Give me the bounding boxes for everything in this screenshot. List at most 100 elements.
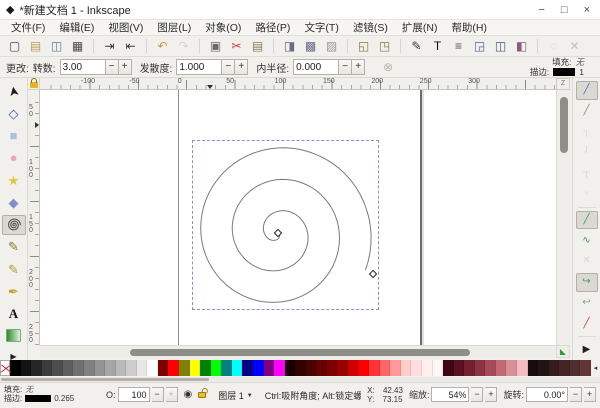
zoom-increase-button[interactable]: +: [485, 387, 497, 402]
palette-swatch[interactable]: [116, 360, 127, 376]
palette-swatch[interactable]: [264, 360, 275, 376]
horizontal-scrollbar[interactable]: [40, 345, 556, 358]
turns-input[interactable]: [60, 59, 106, 75]
palette-swatch[interactable]: [242, 360, 253, 376]
box3d-tool[interactable]: ◆: [2, 192, 26, 212]
unlink-clone-button[interactable]: ▨: [322, 37, 341, 55]
palette-swatch[interactable]: [190, 360, 201, 376]
palette-swatch[interactable]: [211, 360, 222, 376]
menu-item-0[interactable]: 文件(F): [4, 20, 52, 36]
star-tool[interactable]: ★: [2, 170, 26, 190]
zoom-input[interactable]: [431, 387, 469, 402]
palette-swatch[interactable]: [274, 360, 285, 376]
palette-swatch[interactable]: [179, 360, 190, 376]
xml-editor-button[interactable]: ◲: [470, 37, 489, 55]
palette-swatch[interactable]: [433, 360, 444, 376]
import-button[interactable]: ⇥: [100, 37, 119, 55]
snap-paths-button[interactable]: ∿: [576, 231, 598, 250]
palette-swatch[interactable]: [137, 360, 148, 376]
snapbar-expand-button[interactable]: ▶: [576, 340, 598, 359]
palette-swatch[interactable]: [295, 360, 306, 376]
palette-scrollbar-thumb[interactable]: [1, 378, 209, 381]
palette-swatch[interactable]: [31, 360, 42, 376]
node-tool[interactable]: ◇: [2, 103, 26, 123]
snap-smooth-nodes-button[interactable]: ↩: [576, 294, 598, 313]
color-managed-view-button[interactable]: ◣: [556, 345, 570, 358]
palette-swatch[interactable]: [200, 360, 211, 376]
reset-defaults-button[interactable]: ⊗: [377, 59, 399, 75]
snap-enable-button[interactable]: ╱: [576, 81, 598, 100]
menu-item-1[interactable]: 编辑(E): [52, 20, 101, 36]
copy-button[interactable]: ▣: [206, 37, 225, 55]
text-tool[interactable]: A: [2, 304, 26, 324]
opacity-input[interactable]: [118, 387, 150, 402]
inner-radius-input[interactable]: [293, 59, 339, 75]
inner-radius-increase-button[interactable]: +: [352, 59, 365, 75]
palette-swatch[interactable]: [73, 360, 84, 376]
palette-swatch[interactable]: [306, 360, 317, 376]
horizontal-scrollbar-thumb[interactable]: [130, 349, 470, 356]
palette-swatch[interactable]: [84, 360, 95, 376]
palette-swatch[interactable]: [464, 360, 475, 376]
vertical-ruler[interactable]: 50100150200250: [28, 90, 40, 345]
opacity-increase-button[interactable]: +: [166, 387, 178, 402]
snap-bbox-edges-button[interactable]: ┐: [576, 123, 598, 142]
rotation-input[interactable]: [526, 387, 568, 402]
clone-button[interactable]: ▩: [301, 37, 320, 55]
palette-swatch[interactable]: [63, 360, 74, 376]
palette-swatch[interactable]: [327, 360, 338, 376]
align-dialog-button[interactable]: ◫: [491, 37, 510, 55]
palette-swatch[interactable]: [454, 360, 465, 376]
palette-swatch[interactable]: [10, 360, 21, 376]
lock-guides-button[interactable]: [28, 78, 40, 90]
palette-swatch[interactable]: [348, 360, 359, 376]
vertical-scrollbar-thumb[interactable]: [560, 97, 568, 153]
palette-swatch[interactable]: [422, 360, 433, 376]
divergence-decrease-button[interactable]: −: [222, 59, 235, 75]
palette-swatch[interactable]: [21, 360, 32, 376]
palette-swatch[interactable]: [316, 360, 327, 376]
palette-swatch[interactable]: [528, 360, 539, 376]
close-button[interactable]: ×: [584, 1, 590, 19]
snap-nodes-button[interactable]: ╱: [576, 211, 598, 230]
layers-dialog-button[interactable]: ≡: [449, 37, 468, 55]
palette-scroll-left-button[interactable]: ◂: [591, 360, 600, 376]
snap-bounding-box-button[interactable]: ╱: [576, 102, 598, 121]
group-button[interactable]: ◱: [354, 37, 373, 55]
snap-bbox-edge-midpoints-button[interactable]: ┬: [576, 164, 598, 183]
menu-item-7[interactable]: 滤镜(S): [346, 20, 395, 36]
palette-swatch[interactable]: [52, 360, 63, 376]
palette-swatch[interactable]: [549, 360, 560, 376]
current-style-indicator[interactable]: 填充: 无 描边: 1: [530, 57, 584, 77]
palette-swatch[interactable]: [411, 360, 422, 376]
no-color-swatch[interactable]: [0, 360, 10, 376]
palette-swatch[interactable]: [475, 360, 486, 376]
redo-button[interactable]: ↷: [174, 37, 193, 55]
palette-swatch[interactable]: [485, 360, 496, 376]
spiral-tool[interactable]: [2, 215, 26, 235]
menu-item-2[interactable]: 视图(V): [101, 20, 150, 36]
palette-swatch[interactable]: [158, 360, 169, 376]
palette-swatch[interactable]: [232, 360, 243, 376]
fill-stroke-status[interactable]: 填充: 无 描边: 0.265: [4, 385, 100, 403]
gradient-tool[interactable]: [2, 326, 26, 346]
selector-tool[interactable]: ➤: [2, 81, 26, 101]
pencil-tool[interactable]: ✎: [2, 237, 26, 257]
maximize-button[interactable]: □: [561, 1, 568, 19]
palette-swatch[interactable]: [95, 360, 106, 376]
rotation-increase-button[interactable]: +: [584, 387, 596, 402]
palette-swatch[interactable]: [42, 360, 53, 376]
zoom-decrease-button[interactable]: −: [471, 387, 483, 402]
turns-decrease-button[interactable]: −: [106, 59, 119, 75]
snap-bbox-centers-button[interactable]: ▫: [576, 185, 598, 204]
document-properties-button[interactable]: ◧: [512, 37, 531, 55]
opacity-decrease-button[interactable]: −: [152, 387, 164, 402]
layer-lock-toggle[interactable]: [198, 387, 206, 402]
divergence-increase-button[interactable]: +: [235, 59, 248, 75]
palette-swatch[interactable]: [126, 360, 137, 376]
rectangle-tool[interactable]: ■: [2, 126, 26, 146]
snap-midpoints-button[interactable]: ╱: [576, 314, 598, 333]
palette-swatch[interactable]: [380, 360, 391, 376]
menu-item-4[interactable]: 对象(O): [198, 20, 248, 36]
inner-radius-decrease-button[interactable]: −: [339, 59, 352, 75]
